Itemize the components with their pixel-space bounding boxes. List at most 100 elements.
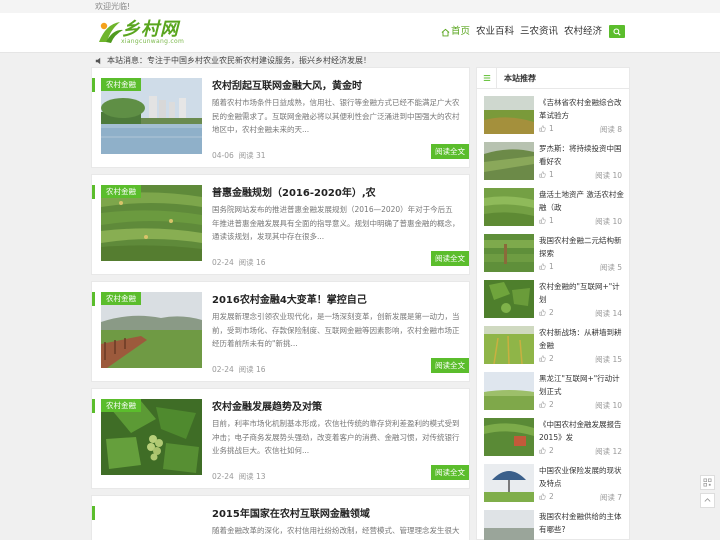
article-meta: 02-24 阅读 13 (212, 471, 266, 482)
recommend-reads: 阅读 12 (595, 447, 622, 456)
speaker-icon (95, 57, 101, 64)
recommend-likes: 2 (539, 354, 554, 363)
nav-agri-encyclopedia[interactable]: 农业百科 (473, 24, 517, 40)
likes-count: 2 (549, 446, 554, 455)
back-to-top-button[interactable] (700, 493, 715, 508)
category-tag[interactable]: 农村金融 (101, 292, 141, 305)
recommend-reads: 阅读 5 (599, 263, 622, 272)
read-more-button[interactable]: 阅读全文 (431, 465, 469, 480)
recommend-thumbnail (484, 234, 534, 272)
category-marker (92, 78, 95, 92)
recommend-thumbnail (484, 96, 534, 134)
recommend-item[interactable]: 黑龙江"互联网+"行动计划正式 2 阅读 10 (484, 372, 624, 414)
category-marker (92, 292, 95, 306)
article-excerpt: 用发展新理念引领农业现代化，是一场深刻变革，创新发展是第一动力，当前，受到市场化… (212, 312, 460, 348)
recommend-item[interactable]: 我国农村金融供给的主体有哪些? (484, 510, 624, 540)
category-marker (92, 506, 95, 520)
recommend-item[interactable]: 中国农业保险发展的现状及特点 2 阅读 7 (484, 464, 624, 506)
thumbs-up-icon (539, 217, 546, 224)
search-icon (613, 27, 621, 36)
recommend-likes: 2 (539, 492, 554, 501)
article-card: 农村金融 2016农村金融4大变革！掌控自己 用发展新理念引领农业现代化，是一场… (91, 281, 470, 382)
article-title[interactable]: 农村金融发展趋势及对策 (212, 398, 322, 413)
likes-count: 1 (549, 170, 554, 179)
article-reads: 阅读 31 (238, 151, 266, 160)
article-card: 2015年国家在农村互联网金融领域 随着金融改革的深化，农村信用社纷纷改制，经营… (91, 495, 470, 540)
recommend-title: 我国农村金融二元结构新探索 (539, 236, 622, 258)
thumbs-up-icon (539, 263, 546, 270)
article-reads: 阅读 13 (238, 472, 266, 481)
recommend-title: 盘活土地资产 激活农村金融（政 (539, 190, 624, 212)
recommend-item[interactable]: 《中国农村金融发展报告2015》发 2 阅读 12 (484, 418, 624, 460)
recommend-item[interactable]: 罗杰斯：将持续投资中国看好农 1 阅读 10 (484, 142, 624, 184)
article-date: 02-24 (212, 258, 234, 267)
article-card: 农村金融 普惠金融规划（2016-2020年）,农 国务院网站发布的推进普惠金融… (91, 174, 470, 275)
recommend-title: 农村金融的"互联网+"计划 (539, 282, 620, 304)
nav-sannong-news[interactable]: 三农资讯 (517, 24, 561, 40)
recommend-sidebar: 本站推荐 《吉林省农村金融综合改革试验方 1 阅读 8 罗杰斯：将持续投资中国看… (476, 67, 630, 540)
read-more-button[interactable]: 阅读全文 (431, 251, 469, 266)
article-title[interactable]: 农村刮起互联网金融大风，黄金时 (212, 77, 362, 92)
likes-count: 1 (549, 262, 554, 271)
article-meta: 02-24 阅读 16 (212, 364, 266, 375)
sidebar-header: 本站推荐 (477, 68, 629, 89)
category-tag[interactable]: 农村金融 (101, 185, 141, 198)
category-marker (92, 399, 95, 413)
thumbs-up-icon (539, 493, 546, 500)
recommend-thumbnail (484, 372, 534, 410)
recommend-title: 中国农业保险发展的现状及特点 (539, 466, 622, 488)
recommend-item[interactable]: 《吉林省农村金融综合改革试验方 1 阅读 8 (484, 96, 624, 138)
article-excerpt: 随着金融改革的深化，农村信用社纷纷改制，经营模式、管理理念发生很大变化，越来越多… (212, 526, 460, 540)
qrcode-button[interactable] (700, 475, 715, 490)
article-card: 农村金融 农村金融发展趋势及对策 目前，利率市场化机制基本形成，农信社传统的靠存… (91, 388, 470, 489)
recommend-item[interactable]: 我国农村金融二元结构新探索 1 阅读 5 (484, 234, 624, 276)
recommend-thumbnail (484, 280, 534, 318)
article-title[interactable]: 2015年国家在农村互联网金融领域 (212, 505, 370, 520)
article-title[interactable]: 2016农村金融4大变革！掌控自己 (212, 291, 367, 306)
recommend-reads: 阅读 7 (599, 493, 622, 502)
article-date: 04-06 (212, 151, 234, 160)
nav-home-label: 首页 (450, 26, 470, 37)
recommend-likes: 1 (539, 170, 554, 179)
recommend-reads: 阅读 10 (595, 171, 622, 180)
article-excerpt: 目前，利率市场化机制基本形成，农信社传统的靠存贷利差盈利的模式受到冲击；电子商务… (212, 419, 460, 455)
nav-label: 三农资讯 (519, 26, 558, 37)
nav-rural-economy[interactable]: 农村经济 (561, 24, 605, 40)
article-meta: 02-24 阅读 16 (212, 257, 266, 268)
recommend-reads: 阅读 10 (595, 217, 622, 226)
qrcode-icon (703, 478, 712, 487)
category-tag[interactable]: 农村金融 (101, 78, 141, 91)
article-title[interactable]: 普惠金融规划（2016-2020年）,农 (212, 184, 376, 199)
likes-count: 2 (549, 354, 554, 363)
recommend-thumbnail (484, 464, 534, 502)
likes-count: 1 (549, 216, 554, 225)
recommend-thumbnail (484, 188, 534, 226)
sidebar-title: 本站推荐 (504, 73, 536, 83)
read-more-button[interactable]: 阅读全文 (431, 358, 469, 373)
article-reads: 阅读 16 (238, 365, 266, 374)
read-more-button[interactable]: 阅读全文 (431, 144, 469, 159)
thumbs-up-icon (539, 401, 546, 408)
search-button[interactable] (609, 25, 625, 38)
recommend-reads: 阅读 10 (595, 401, 622, 410)
recommend-likes: 1 (539, 216, 554, 225)
recommend-item[interactable]: 农村金融的"互联网+"计划 2 阅读 14 (484, 280, 624, 322)
thumbs-up-icon (539, 447, 546, 454)
likes-count: 2 (549, 492, 554, 501)
category-tag[interactable]: 农村金融 (101, 399, 141, 412)
likes-count: 2 (549, 400, 554, 409)
recommend-item[interactable]: 农村新战场：从耕墙到耕金融 2 阅读 15 (484, 326, 624, 368)
home-icon (441, 28, 450, 36)
recommend-item[interactable]: 盘活土地资产 激活农村金融（政 1 阅读 10 (484, 188, 624, 230)
logo-subtitle: xiangcunwang.com (121, 38, 185, 45)
thumbs-up-icon (539, 309, 546, 316)
thumbs-up-icon (539, 125, 546, 132)
article-card: 农村金融 农村刮起互联网金融大风，黄金时 随着农村市场条件日益成熟，信用社、银行… (91, 67, 470, 168)
article-date: 02-24 (212, 365, 234, 374)
notice-bar: 本站消息：专注于中国乡村农业农民新农村建设服务，振兴乡村经济发展！ (95, 53, 630, 68)
recommend-thumbnail (484, 510, 534, 540)
nav-home[interactable]: 首页 (438, 24, 473, 40)
article-reads: 阅读 16 (238, 258, 266, 267)
list-icon (477, 68, 497, 88)
recommend-thumbnail (484, 326, 534, 364)
